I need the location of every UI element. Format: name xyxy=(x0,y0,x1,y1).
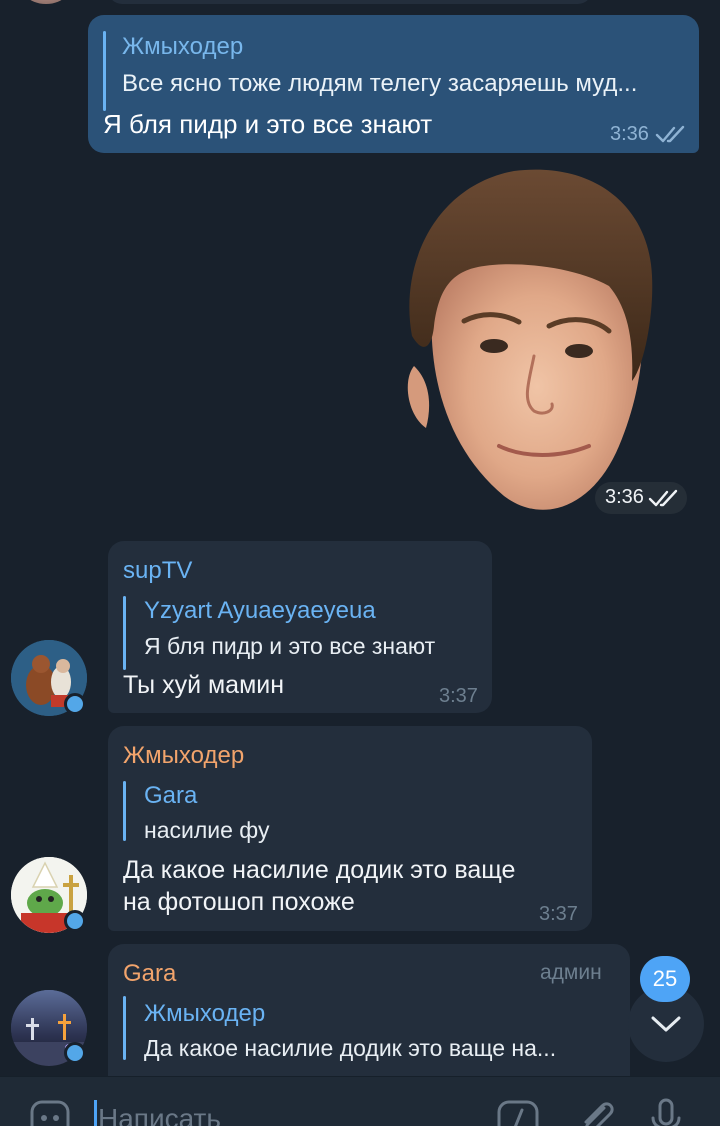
emoji-icon[interactable] xyxy=(28,1096,72,1126)
message-input[interactable]: Написать xyxy=(98,1103,221,1126)
incoming-message[interactable]: Жмыходер Gara насилие фу Да какое насили… xyxy=(108,726,592,931)
sender-name[interactable]: supTV xyxy=(123,557,192,585)
reply-bar xyxy=(123,996,126,1060)
message-time: 3:37 xyxy=(539,903,578,925)
message-time: 3:36 xyxy=(610,123,649,145)
online-indicator xyxy=(64,693,86,715)
double-check-icon xyxy=(655,125,685,143)
sender-name[interactable]: Gara xyxy=(123,960,176,988)
reply-bar xyxy=(123,596,126,670)
text-cursor xyxy=(94,1100,97,1126)
attach-icon[interactable] xyxy=(574,1096,618,1126)
message-text-line: на фотошоп похоже xyxy=(123,888,355,916)
incoming-message[interactable]: supTV Yzyart Ayuaeyaeyeua Я бля пидр и э… xyxy=(108,541,492,713)
chevron-down-icon xyxy=(651,1016,681,1032)
online-indicator xyxy=(64,1042,86,1064)
reply-sender-name[interactable]: Gara xyxy=(144,782,197,810)
message-text-line: Да какое насилие додик это ваще xyxy=(123,856,516,884)
avatar[interactable] xyxy=(14,0,78,4)
message-text: Я бля пидр и это все знают xyxy=(103,109,433,139)
microphone-icon[interactable] xyxy=(644,1096,688,1126)
reply-sender-name[interactable]: Жмыходер xyxy=(144,1000,265,1028)
reply-preview-text[interactable]: Все ясно тоже людям телегу засаряешь муд… xyxy=(122,70,682,98)
message-time: 3:36 xyxy=(605,486,644,508)
unread-count-badge[interactable]: 25 xyxy=(640,956,690,1002)
message-time: 3:37 xyxy=(439,685,478,707)
admin-badge: админ xyxy=(540,961,602,984)
reply-preview-text[interactable]: Я бля пидр и это все знают xyxy=(144,633,484,660)
sender-name[interactable]: Жмыходер xyxy=(123,742,244,770)
reply-preview-text[interactable]: насилие фу xyxy=(144,817,564,844)
online-indicator xyxy=(64,910,86,932)
message-text: Ты хуй мамин xyxy=(123,671,285,699)
reply-preview-text[interactable]: Да какое насилие додик это ваще на... xyxy=(144,1035,604,1062)
reply-sender-name[interactable]: Жмыходер xyxy=(122,33,243,61)
outgoing-message[interactable]: Жмыходер Все ясно тоже людям телегу заса… xyxy=(88,15,699,153)
face-sticker[interactable] xyxy=(394,166,656,526)
message-bubble xyxy=(108,0,592,4)
reply-bar xyxy=(103,31,106,111)
reply-sender-name[interactable]: Yzyart Ayuaeyaeyeua xyxy=(144,597,376,625)
reply-bar xyxy=(123,781,126,841)
double-check-icon xyxy=(648,489,678,507)
command-icon[interactable] xyxy=(496,1096,540,1126)
